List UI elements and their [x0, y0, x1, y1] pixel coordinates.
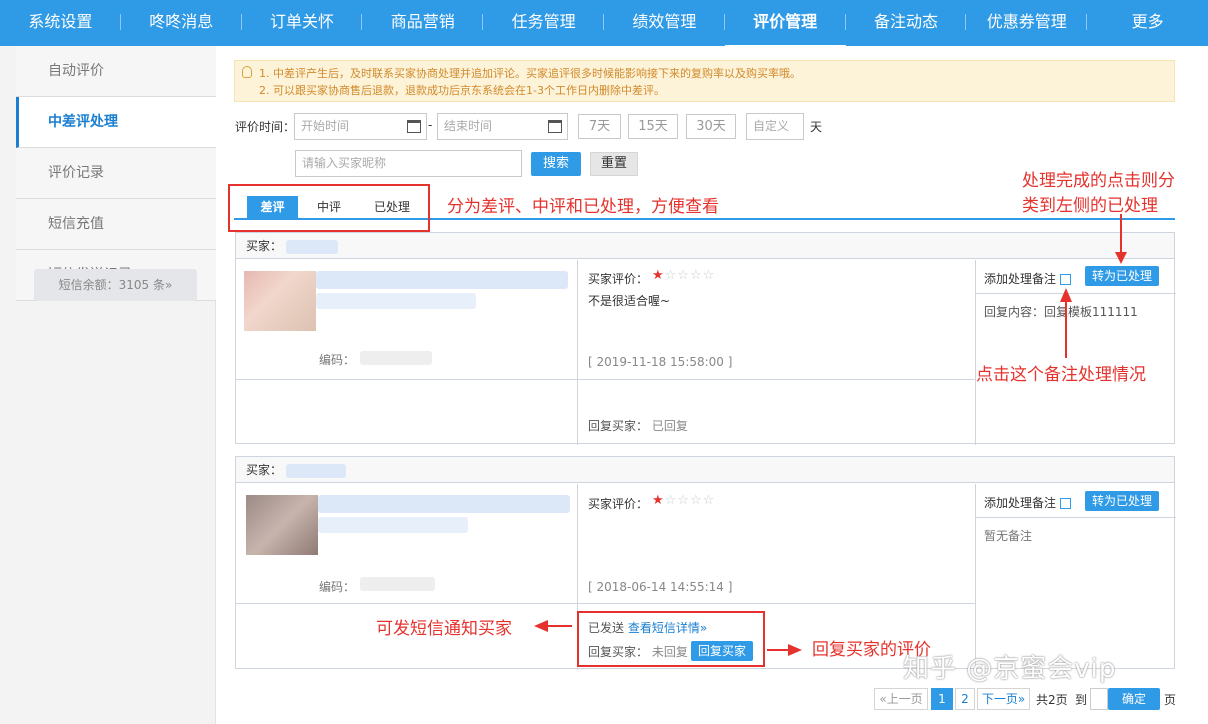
mark-processed-button[interactable]: 转为已处理 — [1085, 266, 1159, 286]
sidebar-item-sms-recharge[interactable]: 短信充值 — [16, 199, 216, 250]
rating-stars: ★☆☆☆☆ — [652, 268, 716, 283]
nav-remark-updates[interactable]: 备注动态 — [846, 0, 967, 46]
start-time-input[interactable]: 开始时间 — [294, 113, 427, 140]
review-time: [ 2019-11-18 15:58:00 ] — [588, 355, 733, 369]
edit-icon[interactable] — [1060, 274, 1072, 285]
rating-stars: ★☆☆☆☆ — [652, 493, 716, 508]
blurred-product-title-2 — [316, 293, 476, 309]
reply-status-label: 回复买家： 已回复 — [588, 419, 688, 433]
annotation-sms: 可发短信通知买家 — [376, 619, 512, 639]
nav-more[interactable]: 更多 — [1087, 0, 1208, 46]
sidebar-item-negative-review[interactable]: 中差评处理 — [16, 97, 216, 148]
custom-days-input[interactable]: 自定义 — [746, 113, 804, 140]
buyer-label: 买家： — [246, 463, 283, 477]
blurred-product-title — [318, 495, 570, 513]
goto-confirm-button[interactable]: 确定 — [1108, 688, 1160, 710]
notice-line-1: 1. 中差评产生后，及时联系买家协商处理并追加评论。买家追评很多时候能影响接下来… — [259, 67, 801, 80]
product-code-label: 编码： — [319, 353, 356, 367]
range-30-days-button[interactable]: 30天 — [686, 114, 736, 139]
page-unit-label: 页 — [1164, 693, 1177, 707]
add-remark-label[interactable]: 添加处理备注 — [984, 494, 1072, 511]
top-nav: 系统设置 咚咚消息 订单关怀 商品营销 任务管理 绩效管理 评价管理 备注动态 … — [0, 0, 1208, 48]
sidebar-item-auto-review[interactable]: 自动评价 — [16, 46, 216, 97]
blurred-buyer-name — [286, 240, 338, 254]
mark-processed-button[interactable]: 转为已处理 — [1085, 491, 1159, 511]
lightbulb-icon — [242, 66, 252, 78]
annotation-done-2: 类到左侧的已处理 — [1022, 196, 1158, 216]
range-15-days-button[interactable]: 15天 — [628, 114, 678, 139]
annotation-tabs: 分为差评、中评和已处理，方便查看 — [447, 197, 719, 217]
custom-days-placeholder: 自定义 — [753, 119, 790, 133]
buyer-nickname-input[interactable]: 请输入买家昵称 — [295, 150, 522, 177]
next-page-button[interactable]: 下一页» — [977, 688, 1030, 710]
calendar-icon[interactable] — [548, 120, 562, 133]
review-time-label: 评价时间： — [235, 120, 296, 134]
remark-content: 暂无备注 — [984, 529, 1033, 543]
review-card-1: 买家： 编码： 买家评价： ★☆☆☆☆ 不是很适合喔~ [ 2019-11-18… — [235, 232, 1176, 445]
goto-label: 到 — [1075, 693, 1088, 707]
buyer-rating-label: 买家评价： — [588, 497, 649, 511]
remark-content: 回复内容：回复模板111111 — [984, 305, 1138, 319]
nav-coupon-management[interactable]: 优惠券管理 — [966, 0, 1087, 46]
nav-performance[interactable]: 绩效管理 — [604, 0, 725, 46]
add-remark-label[interactable]: 添加处理备注 — [984, 270, 1072, 287]
nav-order-care[interactable]: 订单关怀 — [242, 0, 363, 46]
nav-product-marketing[interactable]: 商品营销 — [362, 0, 483, 46]
range-7-days-button[interactable]: 7天 — [578, 114, 621, 139]
sidebar: 自动评价 中差评处理 评价记录 短信充值 短信发送记录 — [0, 46, 216, 724]
card-2-header: 买家： — [236, 457, 1174, 483]
page-1-button[interactable]: 1 — [931, 688, 953, 710]
nav-dongdong-messages[interactable]: 咚咚消息 — [121, 0, 242, 46]
blurred-product-code — [360, 351, 432, 365]
blurred-product-title-2 — [318, 517, 468, 533]
star-filled-icon: ★ — [652, 493, 665, 508]
blurred-product-title — [316, 271, 568, 289]
nav-system-settings[interactable]: 系统设置 — [0, 0, 121, 46]
start-time-placeholder: 开始时间 — [301, 119, 350, 133]
buyer-nickname-placeholder: 请输入买家昵称 — [302, 156, 387, 170]
star-filled-icon: ★ — [652, 268, 665, 283]
notice-line-2: 2. 可以跟买家协商售后退款，退款成功后京东系统会在1-3个工作日内删除中差评。 — [259, 84, 665, 97]
end-time-placeholder: 结束时间 — [444, 119, 493, 133]
day-unit-label: 天 — [810, 120, 823, 134]
sms-reply-highlight-box — [577, 611, 765, 667]
tabs-highlight-box — [228, 184, 430, 232]
zhihu-watermark: 知乎 @京蜜会vip — [903, 654, 1117, 684]
end-time-input[interactable]: 结束时间 — [437, 113, 568, 140]
review-comment: 不是很适合喔~ — [588, 294, 671, 308]
product-code-label: 编码： — [319, 580, 356, 594]
annotation-done-1: 处理完成的点击则分 — [1022, 171, 1175, 191]
buyer-rating-label: 买家评价： — [588, 272, 649, 286]
sms-balance[interactable]: 短信余额：3105 条» — [34, 269, 197, 301]
buyer-label: 买家： — [246, 239, 283, 253]
calendar-icon[interactable] — [407, 120, 421, 133]
blurred-buyer-name — [286, 464, 346, 478]
blurred-product-code — [360, 577, 435, 591]
page-2-button[interactable]: 2 — [955, 688, 975, 710]
product-thumbnail — [244, 271, 316, 331]
edit-icon[interactable] — [1060, 498, 1072, 509]
date-separator: - — [428, 118, 433, 132]
card-1-header: 买家： — [236, 233, 1174, 259]
review-time: [ 2018-06-14 14:55:14 ] — [588, 580, 733, 594]
product-thumbnail — [246, 495, 318, 555]
sidebar-item-review-records[interactable]: 评价记录 — [16, 148, 216, 199]
reset-button[interactable]: 重置 — [590, 152, 638, 176]
nav-task-management[interactable]: 任务管理 — [483, 0, 604, 46]
search-button[interactable]: 搜索 — [531, 152, 581, 176]
nav-review-management[interactable]: 评价管理 — [724, 0, 846, 48]
goto-page-input[interactable] — [1090, 688, 1108, 710]
total-pages: 共2页 — [1036, 693, 1068, 707]
prev-page-button[interactable]: «上一页 — [874, 688, 928, 710]
notice-banner: 1. 中差评产生后，及时联系买家协商处理并追加评论。买家追评很多时候能影响接下来… — [234, 60, 1175, 102]
annotation-remark: 点击这个备注处理情况 — [976, 365, 1146, 385]
